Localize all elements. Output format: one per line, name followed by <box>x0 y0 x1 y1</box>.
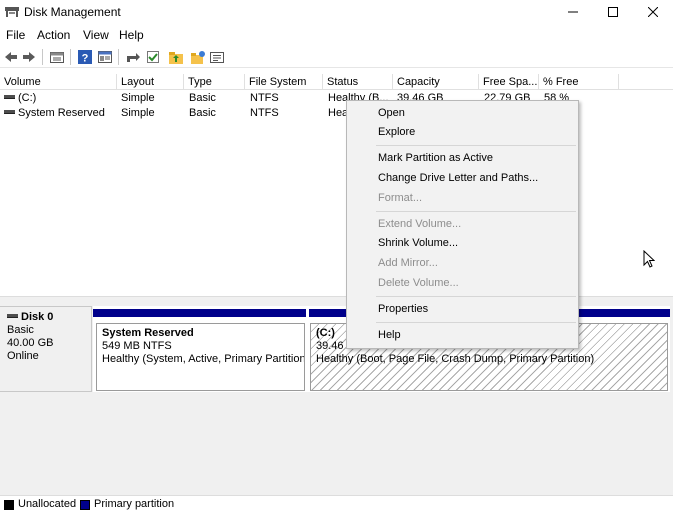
menu-mark-active[interactable]: Mark Partition as Active <box>378 152 493 164</box>
col-file-system[interactable]: File System <box>245 74 323 90</box>
partition-detail: 549 MB NTFS <box>102 340 172 352</box>
disk-type: Basic <box>7 324 34 336</box>
col-status[interactable]: Status <box>323 74 393 90</box>
drive-icon <box>4 95 15 100</box>
partition-header-bar <box>93 309 306 317</box>
disk-icon <box>7 314 18 319</box>
disk-management-icon <box>5 7 19 17</box>
window-title: Disk Management <box>24 5 121 19</box>
context-menu: Open Explore Mark Partition as Active Ch… <box>346 100 579 349</box>
cell-file-system: NTFS <box>250 92 279 104</box>
menu-add-mirror: Add Mirror... <box>378 257 438 269</box>
view-icon[interactable] <box>209 49 225 65</box>
partition-name: System Reserved <box>102 327 194 339</box>
partition-status: Healthy (System, Active, Primary Partiti… <box>102 353 305 365</box>
disk-status: Online <box>7 350 39 362</box>
cell-type: Basic <box>189 92 216 104</box>
col-layout[interactable]: Layout <box>117 74 184 90</box>
close-button[interactable] <box>633 0 673 24</box>
unallocated-swatch <box>4 500 14 510</box>
disk-list-icon[interactable] <box>49 49 65 65</box>
volume-list-header: Volume Layout Type File System Status Ca… <box>0 74 673 90</box>
menu-separator <box>376 211 576 212</box>
menu-separator <box>376 145 576 146</box>
toolbar-separator <box>118 49 119 65</box>
check-icon[interactable] <box>145 49 161 65</box>
cell-type: Basic <box>189 107 216 119</box>
menu-help-item[interactable]: Help <box>378 329 401 341</box>
legend-unallocated: Unallocated <box>18 498 77 510</box>
drive-icon <box>4 110 15 115</box>
rescan-icon[interactable] <box>125 49 141 65</box>
maximize-icon <box>608 7 618 17</box>
disk-info[interactable]: Disk 0 Basic 40.00 GB Online <box>0 306 92 392</box>
menu-explore[interactable]: Explore <box>378 126 415 138</box>
menu-extend-volume: Extend Volume... <box>378 218 462 230</box>
disk-size: 40.00 GB <box>7 337 54 349</box>
primary-partition-swatch <box>80 500 90 510</box>
legend-bar: Unallocated Primary partition <box>0 495 673 513</box>
menu-action[interactable]: Action <box>37 28 70 42</box>
menu-file[interactable]: File <box>6 28 25 42</box>
cell-file-system: NTFS <box>250 107 279 119</box>
menu-view[interactable]: View <box>83 28 109 42</box>
folder-new-icon[interactable] <box>190 49 206 65</box>
partition-system-reserved[interactable]: System Reserved 549 MB NTFS Healthy (Sys… <box>96 323 305 391</box>
maximize-button[interactable] <box>593 0 633 24</box>
toolbar-separator <box>42 49 43 65</box>
title-bar: Disk Management <box>0 0 673 24</box>
cell-volume: (C:) <box>4 91 116 106</box>
minimize-button[interactable] <box>553 0 593 24</box>
col-volume[interactable]: Volume <box>0 74 117 90</box>
col-percent-free[interactable]: % Free <box>539 74 619 90</box>
back-icon[interactable] <box>3 49 19 65</box>
svg-text:?: ? <box>82 53 89 65</box>
help-icon[interactable]: ? <box>77 49 93 65</box>
partition-status: Healthy (Boot, Page File, Crash Dump, Pr… <box>316 353 595 365</box>
volume-name: System Reserved <box>18 107 105 119</box>
toolbar-separator <box>70 49 71 65</box>
cell-layout: Simple <box>121 107 155 119</box>
menu-change-drive-letter[interactable]: Change Drive Letter and Paths... <box>378 172 538 184</box>
close-icon <box>648 7 658 17</box>
toolbar: ? <box>0 46 673 68</box>
menu-open[interactable]: Open <box>378 107 405 119</box>
legend-primary: Primary partition <box>94 498 175 510</box>
cell-layout: Simple <box>121 92 155 104</box>
disk-name: Disk 0 <box>21 311 54 323</box>
menu-bar: File Action View Help <box>0 25 673 45</box>
col-capacity[interactable]: Capacity <box>393 74 479 90</box>
volume-name: (C:) <box>18 92 37 104</box>
cell-volume: System Reserved <box>4 106 116 121</box>
menu-properties[interactable]: Properties <box>378 303 428 315</box>
forward-icon[interactable] <box>21 49 37 65</box>
menu-delete-volume: Delete Volume... <box>378 277 459 289</box>
properties-icon[interactable] <box>97 49 113 65</box>
menu-help[interactable]: Help <box>119 28 144 42</box>
col-free-space[interactable]: Free Spa... <box>479 74 539 90</box>
disk-name-row: Disk 0 <box>7 311 91 324</box>
menu-separator <box>376 296 576 297</box>
folder-up-icon[interactable] <box>168 49 184 65</box>
menu-shrink-volume[interactable]: Shrink Volume... <box>378 237 458 249</box>
mouse-cursor-icon <box>643 250 655 268</box>
col-type[interactable]: Type <box>184 74 245 90</box>
minimize-icon <box>568 11 578 13</box>
menu-separator <box>376 322 576 323</box>
menu-format: Format... <box>378 192 423 204</box>
